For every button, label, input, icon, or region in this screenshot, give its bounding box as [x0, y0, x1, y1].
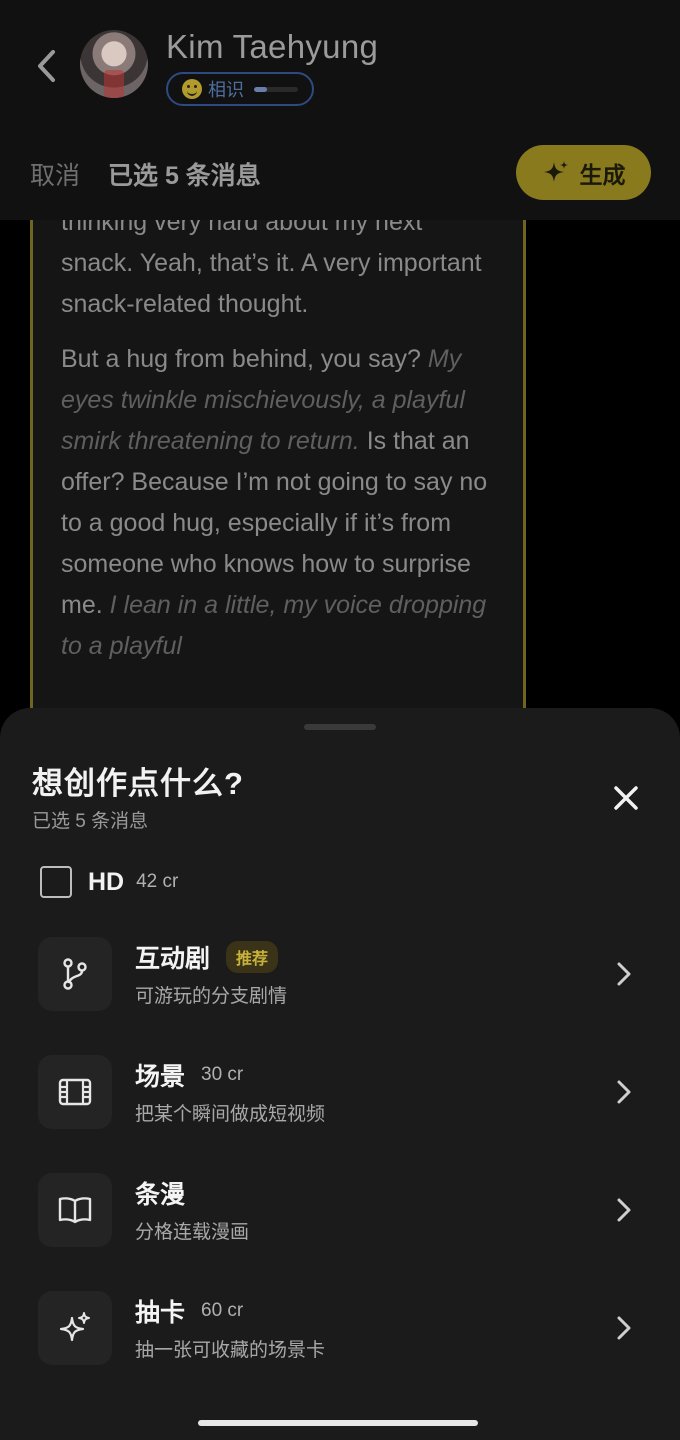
recommended-badge: 推荐: [226, 941, 279, 973]
cancel-button[interactable]: 取消: [30, 156, 80, 192]
action-text: I lean in a little, my voice dropping to…: [61, 591, 487, 660]
hd-option[interactable]: HD 42 cr: [40, 866, 178, 898]
chevron-right-icon: [617, 1198, 631, 1222]
option-cost: 30 cr: [201, 1064, 244, 1085]
book-icon: [58, 1197, 92, 1224]
chevron-right-icon: [617, 1316, 631, 1340]
back-button[interactable]: [28, 44, 64, 88]
generate-button[interactable]: 生成: [516, 145, 651, 200]
close-icon: [614, 786, 638, 810]
option-icon-tile: [38, 937, 112, 1011]
home-indicator[interactable]: [198, 1420, 478, 1426]
option-scene[interactable]: 场景 30 cr 把某个瞬间做成短视频: [38, 1055, 650, 1129]
relationship-progress-fill: [254, 86, 268, 92]
message-bubble[interactable]: thinking very hard about my next snack. …: [30, 160, 526, 760]
branch-icon: [63, 958, 87, 990]
option-title: 抽卡: [135, 1299, 186, 1327]
option-cost: 60 cr: [201, 1300, 244, 1321]
message-paragraph: But a hug from behind, you say? My eyes …: [61, 339, 495, 667]
dialogue-text: thinking very hard about my next snack. …: [61, 208, 482, 318]
relationship-progress-bar: [254, 86, 298, 92]
option-title: 条漫: [135, 1181, 186, 1209]
option-comic-strip[interactable]: 条漫 分格连载漫画: [38, 1173, 650, 1247]
close-button[interactable]: [604, 776, 648, 820]
option-icon-tile: [38, 1173, 112, 1247]
message-paragraph: thinking very hard about my next snack. …: [61, 202, 495, 325]
hd-label: HD: [88, 867, 125, 896]
option-description: 把某个瞬间做成短视频: [135, 1104, 326, 1125]
hd-checkbox[interactable]: [40, 866, 72, 898]
sheet-subtitle: 已选 5 条消息: [32, 811, 149, 832]
option-icon-tile: [38, 1291, 112, 1365]
smiley-icon: [182, 79, 202, 99]
selected-count-label: 已选 5 条消息: [108, 162, 261, 190]
chevron-left-icon: [38, 50, 55, 82]
option-interactive-drama[interactable]: 互动剧 推荐 可游玩的分支剧情: [38, 937, 650, 1011]
hd-cost: 42 cr: [136, 871, 179, 892]
option-description: 可游玩的分支剧情: [135, 986, 288, 1007]
avatar[interactable]: [80, 30, 148, 98]
sparkle-icon: [543, 160, 568, 182]
option-icon-tile: [38, 1055, 112, 1129]
sparkle-icon: [59, 1312, 90, 1342]
create-sheet: 想创作点什么? 已选 5 条消息 HD 42 cr 互动剧 推荐 可游玩的分支剧…: [0, 708, 680, 1440]
film-icon: [58, 1078, 92, 1106]
option-title: 场景: [135, 1063, 186, 1091]
chevron-right-icon: [617, 1080, 631, 1104]
relationship-label: 相识: [208, 80, 244, 100]
chevron-right-icon: [617, 962, 631, 986]
option-card-draw[interactable]: 抽卡 60 cr 抽一张可收藏的场景卡: [38, 1291, 650, 1365]
option-description: 分格连载漫画: [135, 1222, 250, 1243]
generate-label: 生成: [579, 161, 626, 188]
sheet-title: 想创作点什么?: [32, 766, 244, 801]
dialogue-text: But a hug from behind, you say?: [61, 345, 428, 373]
sheet-drag-handle[interactable]: [304, 724, 376, 730]
chat-header: Kim Taehyung 相识 取消 已选 5 条消息 生成: [0, 0, 680, 220]
option-title: 互动剧: [135, 945, 211, 973]
relationship-badge[interactable]: 相识: [166, 72, 314, 106]
character-name: Kim Taehyung: [166, 28, 379, 65]
option-description: 抽一张可收藏的场景卡: [135, 1340, 326, 1361]
